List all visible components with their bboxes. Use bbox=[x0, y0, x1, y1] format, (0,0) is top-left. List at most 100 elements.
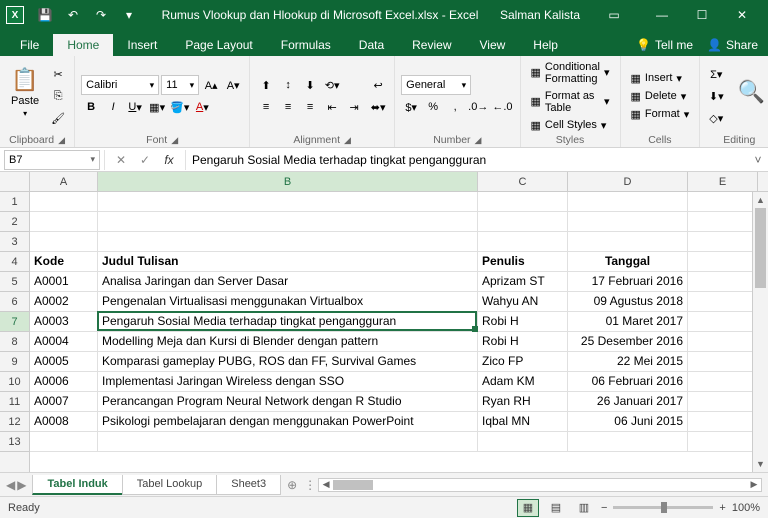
format-cells-button[interactable]: ▦ Format ▾ bbox=[627, 107, 694, 122]
paste-button[interactable]: 📋 Paste ▾ bbox=[6, 59, 44, 125]
decrease-font-button[interactable]: A▾ bbox=[223, 75, 243, 95]
fill-color-button[interactable]: 🪣▾ bbox=[169, 97, 190, 117]
cell[interactable]: Kode bbox=[30, 252, 98, 272]
cell-styles-button[interactable]: ▦ Cell Styles ▾ bbox=[527, 118, 614, 133]
autosum-button[interactable]: Σ▾ bbox=[706, 64, 726, 84]
tab-insert[interactable]: Insert bbox=[113, 34, 171, 56]
tab-review[interactable]: Review bbox=[398, 34, 465, 56]
underline-button[interactable]: U▾ bbox=[125, 97, 145, 117]
cell[interactable]: Judul Tulisan bbox=[98, 252, 478, 272]
italic-button[interactable]: I bbox=[103, 97, 123, 117]
undo-button[interactable]: ↶ bbox=[62, 4, 84, 26]
cut-button[interactable]: ✂ bbox=[48, 64, 68, 84]
cancel-formula-button[interactable]: ✕ bbox=[111, 150, 131, 170]
redo-button[interactable]: ↷ bbox=[90, 4, 112, 26]
minimize-button[interactable]: ― bbox=[642, 0, 682, 30]
format-as-table-button[interactable]: ▦ Format as Table ▾ bbox=[527, 89, 614, 115]
insert-cells-button[interactable]: ▦ Insert ▾ bbox=[627, 71, 694, 86]
merge-center-button[interactable]: ⬌▾ bbox=[368, 97, 388, 117]
align-middle-button[interactable]: ↕ bbox=[278, 75, 298, 95]
font-color-button[interactable]: A▾ bbox=[192, 97, 212, 117]
number-format-dropdown[interactable]: General▾ bbox=[401, 75, 471, 95]
align-top-button[interactable]: ⬆ bbox=[256, 75, 276, 95]
fill-button[interactable]: ⬇▾ bbox=[706, 86, 726, 106]
spreadsheet-grid[interactable]: A B C D E 1 2 3 4 5 6 7 8 9 10 11 12 13 … bbox=[0, 172, 768, 472]
scroll-left-icon[interactable]: ◀ bbox=[319, 479, 333, 490]
sheet-tab[interactable]: Sheet3 bbox=[216, 475, 281, 495]
row-header[interactable]: 8 bbox=[0, 332, 29, 352]
tab-view[interactable]: View bbox=[466, 34, 520, 56]
sheet-tab[interactable]: Tabel Lookup bbox=[122, 475, 217, 495]
vertical-scrollbar[interactable]: ▲ ▼ bbox=[752, 192, 768, 472]
increase-font-button[interactable]: A▴ bbox=[201, 75, 221, 95]
row-header[interactable]: 4 bbox=[0, 252, 29, 272]
tab-help[interactable]: Help bbox=[519, 34, 572, 56]
tab-page-layout[interactable]: Page Layout bbox=[171, 34, 266, 56]
row-header[interactable]: 1 bbox=[0, 192, 29, 212]
find-select-button[interactable]: 🔍 bbox=[730, 59, 768, 125]
row-header[interactable]: 6 bbox=[0, 292, 29, 312]
row-header[interactable]: 3 bbox=[0, 232, 29, 252]
font-launcher[interactable]: ◢ bbox=[171, 135, 178, 146]
increase-indent-button[interactable]: ⇥ bbox=[344, 97, 364, 117]
decrease-decimal-button[interactable]: ←.0 bbox=[491, 97, 513, 117]
align-left-button[interactable]: ≡ bbox=[256, 97, 276, 117]
alignment-launcher[interactable]: ◢ bbox=[344, 135, 351, 146]
row-header[interactable]: 9 bbox=[0, 352, 29, 372]
col-header-c[interactable]: C bbox=[478, 172, 568, 191]
name-box[interactable]: B7▾ bbox=[4, 150, 100, 170]
save-button[interactable]: 💾 bbox=[34, 4, 56, 26]
number-launcher[interactable]: ◢ bbox=[475, 135, 482, 146]
new-sheet-button[interactable]: ⊕ bbox=[280, 478, 304, 492]
clear-button[interactable]: ◇▾ bbox=[706, 108, 726, 128]
cell[interactable]: Tanggal bbox=[568, 252, 688, 272]
col-header-b[interactable]: B bbox=[98, 172, 478, 191]
row-header[interactable]: 11 bbox=[0, 392, 29, 412]
col-header-e[interactable]: E bbox=[688, 172, 758, 191]
tab-formulas[interactable]: Formulas bbox=[267, 34, 345, 56]
align-right-button[interactable]: ≡ bbox=[300, 97, 320, 117]
sheet-tab-active[interactable]: Tabel Induk bbox=[32, 475, 122, 495]
scroll-right-icon[interactable]: ▶ bbox=[747, 479, 761, 490]
select-all-corner[interactable] bbox=[0, 172, 30, 191]
tell-me[interactable]: 💡 Tell me bbox=[636, 38, 693, 52]
delete-cells-button[interactable]: ▦ Delete ▾ bbox=[627, 89, 694, 104]
align-center-button[interactable]: ≡ bbox=[278, 97, 298, 117]
row-header[interactable]: 2 bbox=[0, 212, 29, 232]
bold-button[interactable]: B bbox=[81, 97, 101, 117]
zoom-handle[interactable] bbox=[661, 502, 667, 513]
maximize-button[interactable]: ☐ bbox=[682, 0, 722, 30]
row-header[interactable]: 7 bbox=[0, 312, 29, 332]
currency-button[interactable]: $▾ bbox=[401, 97, 421, 117]
expand-formula-bar[interactable]: ˅ bbox=[748, 153, 768, 167]
formula-input[interactable]: Pengaruh Sosial Media terhadap tingkat p… bbox=[186, 153, 748, 167]
close-button[interactable]: ✕ bbox=[722, 0, 762, 30]
decrease-indent-button[interactable]: ⇤ bbox=[322, 97, 342, 117]
increase-decimal-button[interactable]: .0→ bbox=[467, 97, 489, 117]
row-header[interactable]: 12 bbox=[0, 412, 29, 432]
zoom-out-button[interactable]: − bbox=[601, 502, 607, 514]
align-bottom-button[interactable]: ⬇ bbox=[300, 75, 320, 95]
enter-formula-button[interactable]: ✓ bbox=[135, 150, 155, 170]
wrap-text-button[interactable]: ↩ bbox=[368, 75, 388, 95]
col-header-d[interactable]: D bbox=[568, 172, 688, 191]
row-header[interactable]: 5 bbox=[0, 272, 29, 292]
comma-button[interactable]: , bbox=[445, 97, 465, 117]
cell[interactable]: Penulis bbox=[478, 252, 568, 272]
row-header[interactable]: 13 bbox=[0, 432, 29, 452]
scroll-thumb[interactable] bbox=[755, 208, 766, 288]
tab-home[interactable]: Home bbox=[53, 34, 113, 56]
tab-data[interactable]: Data bbox=[345, 34, 398, 56]
view-normal-button[interactable]: ▦ bbox=[517, 499, 539, 517]
percent-button[interactable]: % bbox=[423, 97, 443, 117]
qat-customize[interactable]: ▾ bbox=[118, 4, 140, 26]
format-painter-button[interactable]: 🖌 bbox=[48, 108, 68, 128]
zoom-in-button[interactable]: + bbox=[719, 502, 725, 514]
font-name-dropdown[interactable]: Calibri▾ bbox=[81, 75, 159, 95]
zoom-level[interactable]: 100% bbox=[732, 502, 760, 514]
zoom-slider[interactable] bbox=[613, 506, 713, 509]
orientation-button[interactable]: ⟲▾ bbox=[322, 75, 342, 95]
scroll-up-icon[interactable]: ▲ bbox=[753, 192, 768, 208]
col-header-a[interactable]: A bbox=[30, 172, 98, 191]
user-name[interactable]: Salman Kalista bbox=[500, 8, 580, 22]
